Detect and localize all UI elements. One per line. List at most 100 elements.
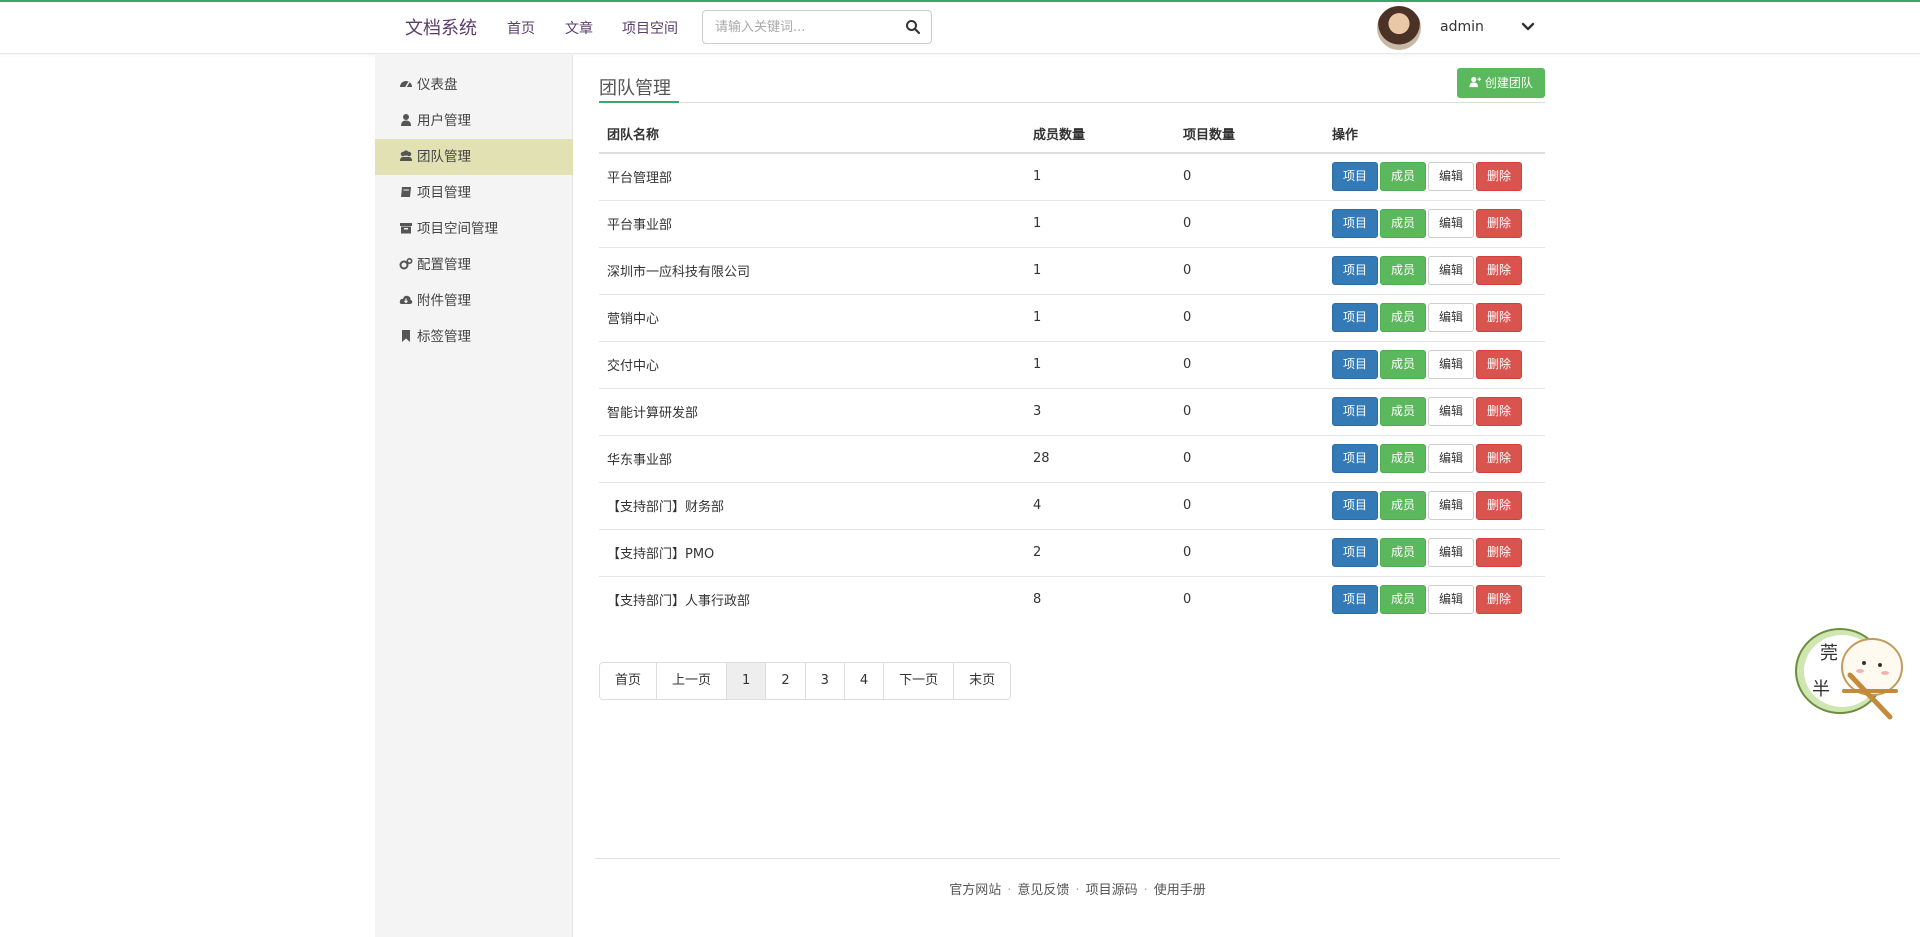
project-count-cell: 0	[1175, 293, 1324, 341]
column-header-members: 成员数量	[1025, 115, 1175, 154]
delete-button[interactable]: 删除	[1476, 256, 1523, 285]
nav-home[interactable]: 首页	[507, 18, 535, 38]
projects-button[interactable]: 项目	[1332, 538, 1379, 567]
projects-button[interactable]: 项目	[1332, 397, 1379, 426]
members-button[interactable]: 成员	[1380, 256, 1427, 285]
sidebar-item-teams[interactable]: 团队管理	[375, 139, 573, 175]
edit-button[interactable]: 编辑	[1428, 209, 1475, 238]
create-team-button[interactable]: 创建团队	[1457, 68, 1545, 98]
projects-button[interactable]: 项目	[1332, 585, 1379, 615]
page-link[interactable]: 1	[727, 663, 767, 699]
member-count-cell: 2	[1025, 528, 1175, 576]
members-button[interactable]: 成员	[1380, 585, 1427, 615]
edit-button[interactable]: 编辑	[1428, 397, 1475, 426]
delete-button[interactable]: 删除	[1476, 162, 1523, 192]
members-button[interactable]: 成员	[1380, 350, 1427, 379]
mascot-sticker: 莞 半	[1795, 628, 1903, 720]
username[interactable]: admin	[1440, 19, 1484, 35]
edit-button[interactable]: 编辑	[1428, 162, 1475, 192]
members-button[interactable]: 成员	[1380, 491, 1427, 520]
member-count-cell: 8	[1025, 575, 1175, 623]
members-button[interactable]: 成员	[1380, 397, 1427, 426]
delete-button[interactable]: 删除	[1476, 209, 1523, 238]
actions-cell: 项目 成员 编辑 删除	[1324, 152, 1545, 200]
edit-button[interactable]: 编辑	[1428, 538, 1475, 567]
column-header-actions: 操作	[1324, 115, 1545, 154]
edit-button[interactable]: 编辑	[1428, 491, 1475, 520]
member-count-cell: 1	[1025, 340, 1175, 388]
nav-articles[interactable]: 文章	[565, 18, 593, 38]
sidebar-item-dashboard[interactable]: 仪表盘	[375, 67, 573, 103]
actions-cell: 项目 成员 编辑 删除	[1324, 481, 1545, 529]
edit-button[interactable]: 编辑	[1428, 350, 1475, 379]
actions-cell: 项目 成员 编辑 删除	[1324, 387, 1545, 435]
page-link[interactable]: 末页	[954, 663, 1011, 699]
footer-link-feedback[interactable]: 意见反馈	[1017, 883, 1069, 898]
users-icon	[400, 150, 412, 161]
delete-button[interactable]: 删除	[1476, 397, 1523, 426]
footer-link-manual[interactable]: 使用手册	[1154, 883, 1206, 898]
delete-button[interactable]: 删除	[1476, 303, 1523, 332]
brand-logo[interactable]: 文档系统	[405, 14, 477, 40]
member-count-cell: 28	[1025, 434, 1175, 482]
delete-button[interactable]: 删除	[1476, 585, 1523, 615]
avatar[interactable]	[1377, 6, 1421, 50]
page-link[interactable]: 上一页	[657, 663, 728, 699]
delete-button[interactable]: 删除	[1476, 491, 1523, 520]
sidebar-item-label: 项目空间管理	[417, 221, 498, 237]
page-link[interactable]: 2	[766, 663, 806, 699]
members-button[interactable]: 成员	[1380, 162, 1427, 192]
member-count-cell: 1	[1025, 152, 1175, 200]
footer-link-source[interactable]: 项目源码	[1086, 883, 1138, 898]
team-name-cell: 深圳市一应科技有限公司	[599, 246, 1025, 294]
book-icon	[401, 187, 411, 197]
projects-button[interactable]: 项目	[1332, 162, 1379, 192]
sidebar-item-attachments[interactable]: 附件管理	[375, 283, 573, 319]
members-button[interactable]: 成员	[1380, 209, 1427, 238]
bookmark-icon	[402, 330, 410, 342]
edit-button[interactable]: 编辑	[1428, 444, 1475, 473]
sidebar-item-config[interactable]: 配置管理	[375, 247, 573, 283]
user-plus-icon	[1469, 76, 1482, 88]
members-button[interactable]: 成员	[1380, 538, 1427, 567]
footer-link-official-site[interactable]: 官方网站	[949, 883, 1001, 898]
page-link[interactable]: 3	[805, 663, 845, 699]
projects-button[interactable]: 项目	[1332, 491, 1379, 520]
table-header-row: 团队名称 成员数量 项目数量 操作	[599, 115, 1545, 154]
sidebar-item-label: 团队管理	[417, 149, 471, 165]
edit-button[interactable]: 编辑	[1428, 256, 1475, 285]
search-icon[interactable]	[905, 19, 921, 35]
sidebar-item-projects[interactable]: 项目管理	[375, 175, 573, 211]
nav-project-space[interactable]: 项目空间	[622, 18, 678, 38]
team-name-cell: 【支持部门】财务部	[599, 481, 1025, 529]
actions-cell: 项目 成员 编辑 删除	[1324, 199, 1545, 247]
projects-button[interactable]: 项目	[1332, 256, 1379, 285]
members-button[interactable]: 成员	[1380, 444, 1427, 473]
sidebar-item-users[interactable]: 用户管理	[375, 103, 573, 139]
edit-button[interactable]: 编辑	[1428, 585, 1475, 615]
page-link[interactable]: 4	[844, 663, 885, 699]
delete-button[interactable]: 删除	[1476, 538, 1523, 567]
delete-button[interactable]: 删除	[1476, 350, 1523, 379]
title-divider	[599, 102, 1545, 103]
projects-button[interactable]: 项目	[1332, 209, 1379, 238]
title-underline	[599, 101, 679, 103]
members-button[interactable]: 成员	[1380, 303, 1427, 332]
member-count-cell: 1	[1025, 199, 1175, 247]
search-input[interactable]	[703, 11, 893, 43]
sidebar-item-label: 仪表盘	[417, 77, 458, 93]
footer: 官方网站 · 意见反馈 · 项目源码 · 使用手册	[949, 883, 1206, 898]
page-link[interactable]: 下一页	[884, 663, 955, 699]
projects-button[interactable]: 项目	[1332, 350, 1379, 379]
sidebar-item-label: 配置管理	[417, 257, 471, 273]
edit-button[interactable]: 编辑	[1428, 303, 1475, 332]
projects-button[interactable]: 项目	[1332, 444, 1379, 473]
mascot-text-2: 半	[1812, 679, 1830, 700]
delete-button[interactable]: 删除	[1476, 444, 1523, 473]
chevron-down-icon[interactable]	[1520, 19, 1536, 35]
sidebar-item-project-space[interactable]: 项目空间管理	[375, 211, 573, 247]
projects-button[interactable]: 项目	[1332, 303, 1379, 332]
page-link[interactable]: 首页	[600, 663, 658, 699]
sidebar-item-tags[interactable]: 标签管理	[375, 319, 573, 355]
actions-cell: 项目 成员 编辑 删除	[1324, 340, 1545, 388]
